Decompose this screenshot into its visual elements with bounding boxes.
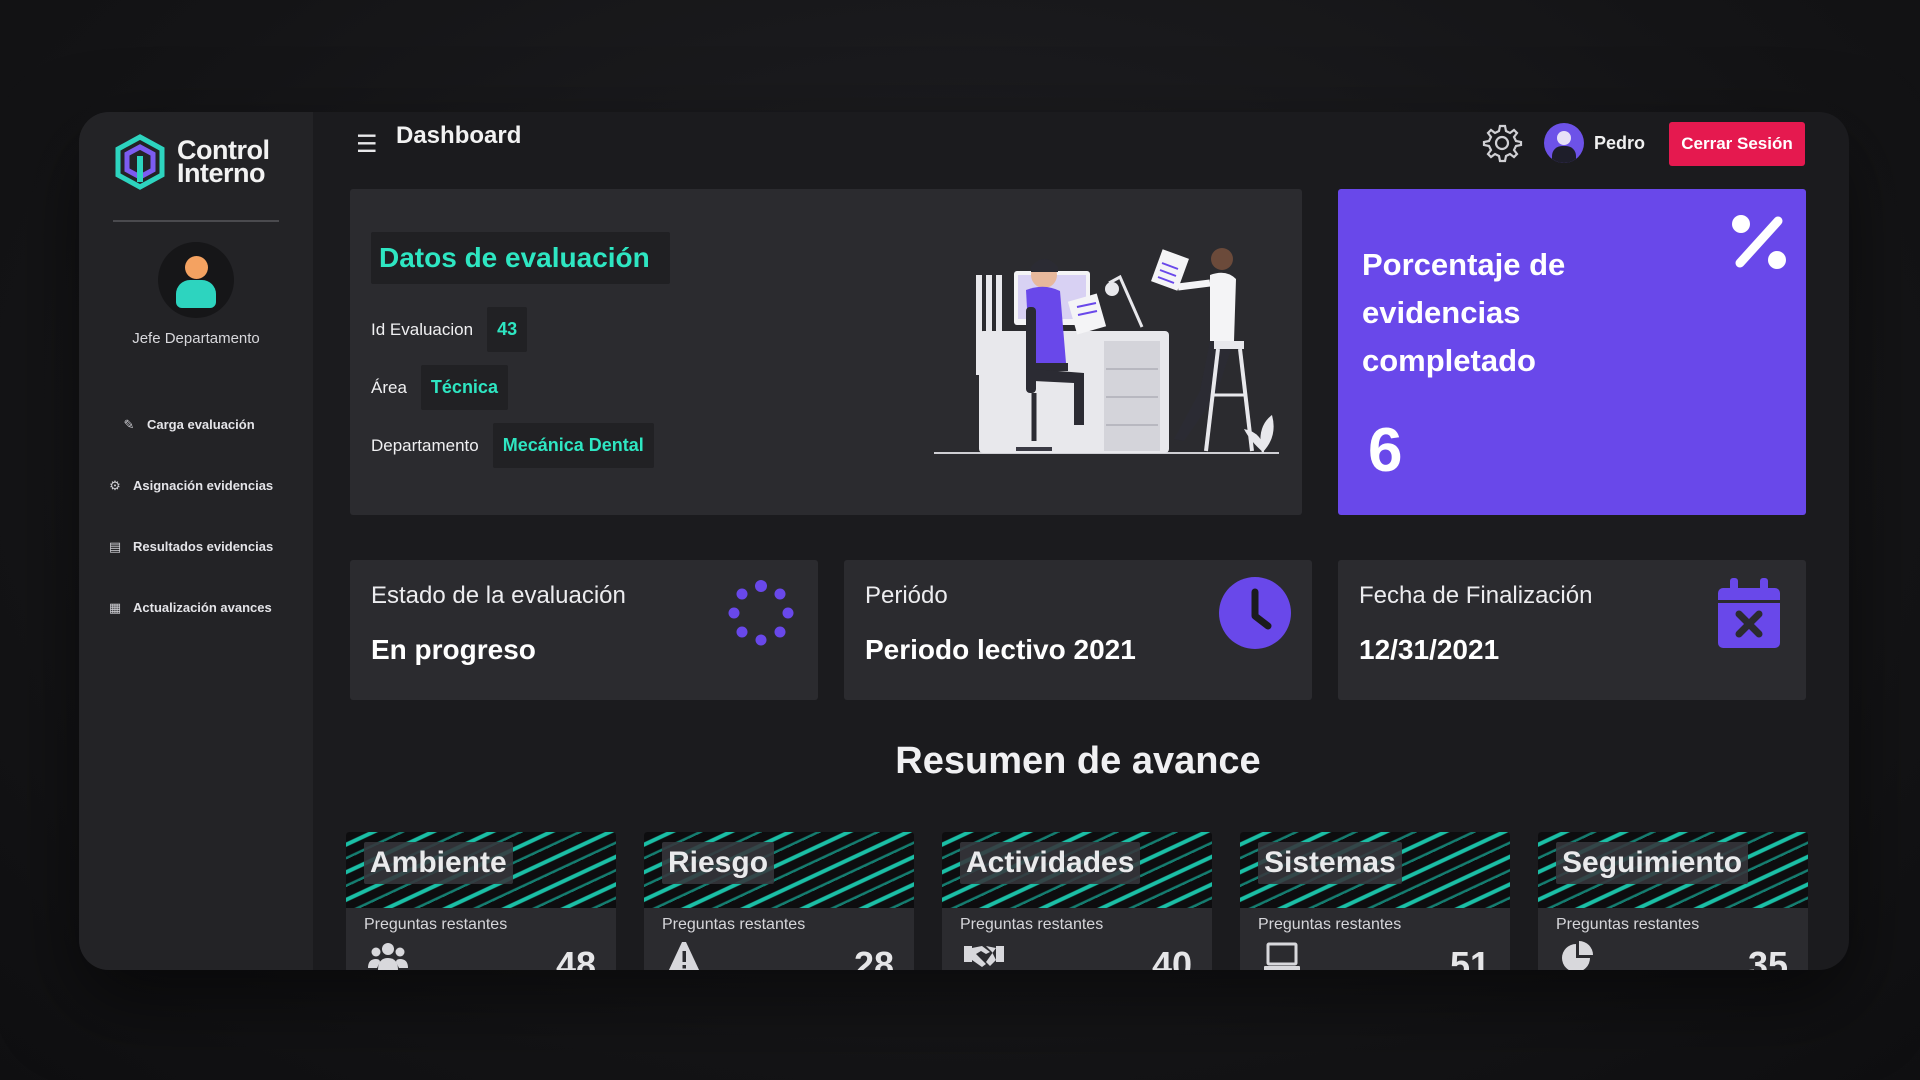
table-icon: ▤: [108, 538, 122, 554]
user-avatar: [1544, 123, 1584, 163]
percentage-title: Porcentaje de evidencias completado: [1362, 247, 1566, 378]
end-date-value: 12/31/2021: [1359, 634, 1500, 665]
sidebar-item-label: Actualización avances: [133, 600, 272, 615]
laptop-icon: [1264, 942, 1300, 970]
field-id: Id Evaluacion 43: [371, 307, 528, 352]
percent-icon: [1732, 215, 1786, 269]
period-card: Periódo Periodo lectivo 2021: [844, 560, 1312, 700]
clock-icon: [1219, 577, 1291, 649]
hamburger-menu-icon[interactable]: ☰: [356, 130, 378, 159]
calendar-x-icon: [1718, 578, 1780, 648]
field-id-value: 43: [487, 307, 528, 352]
summary-remaining-label: Preguntas restantes: [662, 916, 806, 933]
status-label: Estado de la evaluación: [371, 582, 626, 609]
status-value: En progreso: [371, 634, 536, 665]
logout-button[interactable]: Cerrar Sesión: [1669, 122, 1805, 166]
sidebar-item-asignacion-evidencias[interactable]: ⚙ Asignación evidencias: [107, 455, 273, 516]
sidebar-item-label: Resultados evidencias: [133, 539, 274, 554]
field-department-label: Departamento: [371, 435, 479, 455]
summary-card-seguimiento[interactable]: Seguimiento Preguntas restantes 35: [1538, 832, 1808, 970]
brand-logo[interactable]: Control Interno: [115, 134, 270, 190]
sidebar-nav: ✎ Carga evaluación ⚙ Asignación evidenci…: [107, 394, 273, 638]
sidebar-item-actualizacion-avances[interactable]: ▦ Actualización avances: [107, 577, 273, 638]
summary-title: Resumen de avance: [895, 740, 1261, 782]
summary-count: 40: [1151, 944, 1192, 970]
evaluation-title: Datos de evaluación: [371, 232, 670, 284]
summary-remaining-label: Preguntas restantes: [960, 916, 1104, 933]
summary-card-ambiente[interactable]: Ambiente Preguntas restantes 48: [346, 832, 616, 970]
evaluation-card: Datos de evaluación Id Evaluacion 43 Áre…: [350, 189, 1302, 515]
summary-remaining-label: Preguntas restantes: [1258, 916, 1402, 933]
field-id-label: Id Evaluacion: [371, 319, 474, 339]
logo-icon: [115, 134, 165, 190]
summary-card-sistemas[interactable]: Sistemas Preguntas restantes 51: [1240, 832, 1510, 970]
summary-card-actividades[interactable]: Actividades Preguntas restantes 40: [942, 832, 1212, 970]
user-role: Jefe Departamento: [132, 330, 260, 347]
cogs-icon: ⚙: [109, 477, 121, 493]
summary-count: 28: [853, 944, 894, 970]
summary-card-name: Ambiente: [364, 842, 513, 884]
sidebar-item-carga-evaluacion[interactable]: ✎ Carga evaluación: [107, 394, 273, 455]
summary-card-name: Riesgo: [662, 842, 775, 884]
percentage-card: Porcentaje de evidencias completado 6: [1338, 189, 1806, 515]
brand-line-2: Interno: [177, 158, 266, 188]
summary-banner: Ambiente: [346, 832, 616, 908]
field-area: Área Técnica: [371, 365, 508, 410]
spinner-icon: [728, 580, 794, 646]
field-department: Departamento Mecánica Dental: [371, 423, 654, 468]
user-name: Pedro: [1594, 132, 1646, 153]
summary-banner: Actividades: [942, 832, 1212, 908]
end-date-label: Fecha de Finalización: [1359, 582, 1593, 609]
gear-icon[interactable]: [1481, 122, 1523, 164]
summary-remaining-label: Preguntas restantes: [364, 916, 508, 933]
status-card: Estado de la evaluación En progreso: [350, 560, 818, 700]
summary-count: 51: [1449, 944, 1490, 970]
avatar: [158, 242, 234, 318]
page-title: Dashboard: [396, 122, 522, 149]
summary-card-name: Sistemas: [1258, 842, 1402, 884]
field-area-label: Área: [371, 377, 407, 397]
field-department-value: Mecánica Dental: [492, 423, 654, 468]
sidebar-item-label: Asignación evidencias: [133, 478, 274, 493]
period-label: Periódo: [865, 582, 948, 609]
grid-icon: ▦: [108, 599, 122, 615]
brand-name: Control Interno: [177, 137, 270, 188]
office-illustration: [934, 248, 1279, 454]
summary-card-name: Actividades: [960, 842, 1141, 884]
handshake-icon: [964, 946, 1004, 967]
percentage-value: 6: [1368, 416, 1403, 485]
field-area-value: Técnica: [420, 365, 508, 410]
summary-card-riesgo[interactable]: Riesgo Preguntas restantes 28: [644, 832, 914, 970]
sidebar: Control Interno Jefe Departamento ✎ Carg…: [79, 112, 313, 970]
summary-banner: Seguimiento: [1538, 832, 1808, 908]
edit-icon: ✎: [123, 416, 135, 432]
sidebar-divider: [113, 220, 279, 222]
end-date-card: Fecha de Finalización 12/31/2021: [1338, 560, 1806, 700]
sidebar-item-resultados-evidencias[interactable]: ▤ Resultados evidencias: [107, 516, 273, 577]
app-window: Control Interno Jefe Departamento ✎ Carg…: [79, 112, 1849, 970]
users-icon: [368, 943, 408, 970]
summary-remaining-label: Preguntas restantes: [1556, 916, 1700, 933]
summary-banner: Riesgo: [644, 832, 914, 908]
summary-count: 35: [1747, 944, 1788, 970]
user-menu[interactable]: Pedro: [1544, 123, 1645, 163]
period-value: Periodo lectivo 2021: [865, 634, 1136, 665]
warning-icon: [668, 942, 700, 970]
summary-banner: Sistemas: [1240, 832, 1510, 908]
sidebar-item-label: Carga evaluación: [147, 417, 255, 432]
summary-card-name: Seguimiento: [1556, 842, 1749, 884]
summary-count: 48: [555, 944, 596, 970]
pie-chart-icon: [1562, 941, 1593, 970]
